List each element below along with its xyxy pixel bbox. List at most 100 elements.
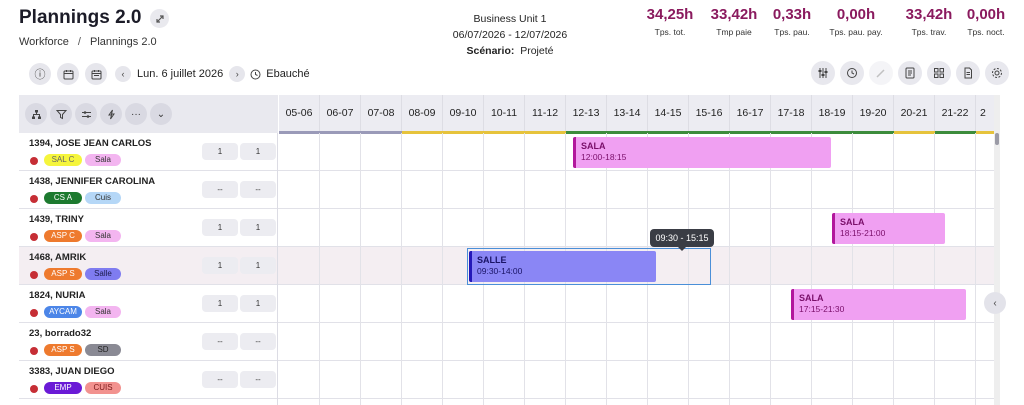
stat-label: Tps. trav. (911, 27, 947, 37)
breadcrumb-workforce[interactable]: Workforce (19, 36, 69, 48)
status-dot (30, 233, 38, 241)
employee-name[interactable]: 3383, JUAN DIEGO (29, 366, 115, 377)
status-dot (30, 157, 38, 165)
next-day-button[interactable]: › (229, 66, 246, 82)
stat-travail: 33,42h Tps. trav. (896, 6, 962, 37)
counter-b: -- (240, 333, 276, 350)
time-slot: 15-16 (689, 95, 730, 133)
role-tag: ASP S (44, 268, 82, 280)
grid-line (770, 133, 771, 405)
collapse-rows-button[interactable]: ⌄ (150, 103, 172, 125)
history-button[interactable] (840, 61, 864, 85)
scrollbar-thumb[interactable] (995, 133, 999, 145)
shift-block[interactable]: SALA 17:15-21:30 (791, 289, 966, 320)
employee-name[interactable]: 23, borrado32 (29, 328, 91, 339)
employee-name[interactable]: 1824, NURIA (29, 290, 86, 301)
shift-title: SALA (840, 217, 865, 227)
lightning-icon (107, 109, 115, 119)
time-slot: 13-14 (607, 95, 648, 133)
selection-range[interactable] (467, 248, 711, 285)
calendar-icon (63, 69, 73, 79)
history-icon (847, 68, 857, 78)
time-slot: 20-21 (894, 95, 935, 133)
area-tag: SD (85, 344, 121, 356)
breadcrumb-separator: / (77, 36, 81, 48)
document-button[interactable] (956, 61, 980, 85)
counter-a: -- (202, 181, 238, 198)
counter-a: 1 (202, 257, 238, 274)
coverage-bar (402, 131, 566, 134)
time-slot: 10-11 (484, 95, 525, 133)
adjust-button[interactable] (811, 61, 835, 85)
hierarchy-button[interactable] (25, 103, 47, 125)
employee-name[interactable]: 1439, TRINY (29, 214, 84, 225)
planning-status: Ebauché (266, 68, 310, 80)
counter-a: -- (202, 333, 238, 350)
area-tag: Sala (85, 306, 121, 318)
status-dot (30, 271, 38, 279)
employee-name[interactable]: 1438, JENNIFER CAROLINA (29, 176, 155, 187)
gear-icon (992, 68, 1002, 78)
wand-icon (876, 69, 885, 78)
prev-day-button[interactable]: ‹ (115, 66, 131, 82)
status-dot (30, 309, 38, 317)
time-slot: 12-13 (566, 95, 607, 133)
stat-label: Tps. tot. (654, 27, 686, 37)
grid-icon (934, 68, 944, 78)
date-toolbar: ⓘ ‹ Lun. 6 juillet 2026 › Ebauché (29, 62, 310, 86)
settings-sliders-button[interactable] (75, 103, 97, 125)
grid-line (319, 133, 320, 405)
filter-button[interactable] (50, 103, 72, 125)
chevron-left-icon: ‹ (993, 297, 997, 309)
employee-name[interactable]: 1468, AMRIK (29, 252, 86, 263)
sliders-icon (81, 110, 91, 118)
flash-button[interactable] (100, 103, 122, 125)
time-slot: 16-17 (730, 95, 771, 133)
area-tag: Sala (85, 154, 121, 166)
calendar-day-button[interactable] (57, 63, 79, 85)
stat-label: Tmp paie (716, 27, 752, 37)
grid-view-button[interactable] (927, 61, 951, 85)
employee-panel-header: ··· ⌄ (19, 95, 278, 133)
area-tag: CUIS (85, 382, 121, 394)
timeline: 05-06 06-07 07-08 08-09 09-10 10-11 11-1… (279, 95, 996, 405)
counter-b: -- (240, 181, 276, 198)
report-button[interactable] (898, 61, 922, 85)
date-range: 06/07/2026 - 12/07/2026 (452, 29, 568, 41)
coverage-bar (566, 131, 894, 134)
stat-total: 34,25h Tps. tot. (640, 6, 700, 37)
grid-line (934, 133, 935, 405)
scenario-label: Scénario: (466, 45, 515, 57)
status-dot (30, 385, 38, 393)
stat-label: Tps. noct. (967, 27, 1005, 37)
time-slot: 2 (980, 107, 986, 119)
stat-value: 33,42h (905, 6, 953, 23)
time-tooltip: 09:30 - 15:15 (650, 229, 714, 251)
ellipsis-icon: ··· (131, 108, 141, 120)
chevron-left-icon: ‹ (121, 69, 125, 79)
info-button[interactable]: ⓘ (29, 63, 51, 85)
role-tag: EMP (44, 382, 82, 394)
edit-button[interactable] (869, 61, 893, 85)
business-unit-info: Business Unit 1 06/07/2026 - 12/07/2026 … (425, 11, 595, 59)
time-stats: 34,25h Tps. tot. 33,42h Tmp paie 0,33h Tps.… (640, 6, 1010, 37)
stat-value: 33,42h (710, 6, 758, 23)
more-button[interactable]: ··· (125, 103, 147, 125)
area-tag: Salle (85, 268, 121, 280)
status-dot (30, 347, 38, 355)
expand-button[interactable] (150, 9, 169, 28)
report-icon (905, 67, 915, 79)
shift-block[interactable]: SALA 18:15-21:00 (832, 213, 945, 244)
time-slot: 06-07 (320, 95, 361, 133)
info-icon: ⓘ (34, 69, 46, 81)
stat-value: 0,00h (966, 6, 1006, 23)
area-tag: Cuis (85, 192, 121, 204)
employee-name[interactable]: 1394, JOSE JEAN CARLOS (29, 138, 152, 149)
settings-button[interactable] (985, 61, 1009, 85)
grid-line (975, 133, 976, 405)
shift-block[interactable]: SALA 12:00-18:15 (573, 137, 831, 168)
stat-value: 0,33h (772, 6, 812, 23)
time-slot: 21-22 (935, 95, 976, 133)
calendar-week-button[interactable] (85, 63, 107, 85)
collapse-panel-button[interactable]: ‹ (984, 292, 1006, 314)
